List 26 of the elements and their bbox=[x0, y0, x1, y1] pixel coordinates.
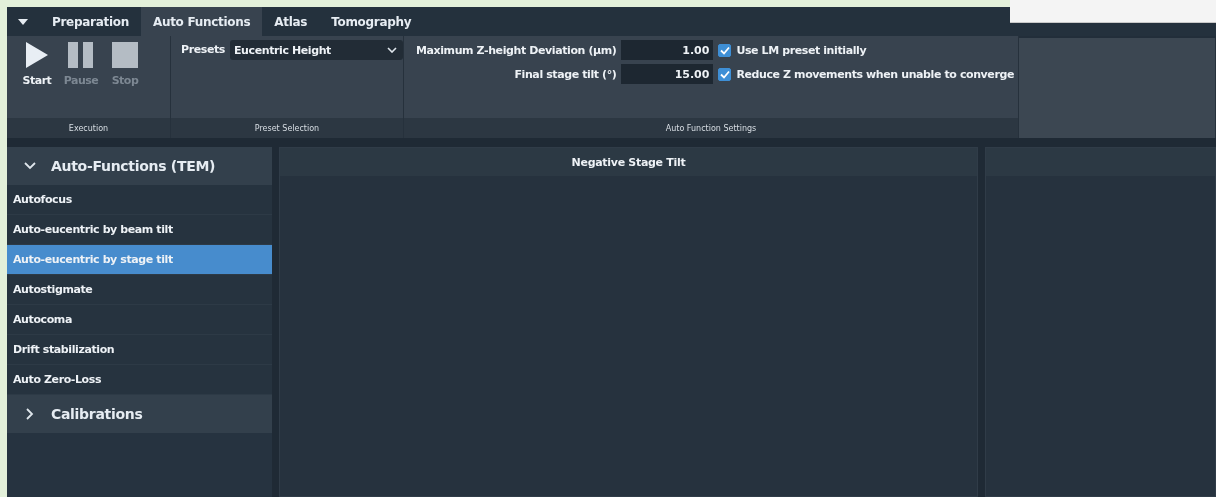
group-label: Preset Selection bbox=[171, 118, 403, 138]
presets-dropdown[interactable]: Eucentric Height bbox=[229, 40, 403, 60]
checkbox[interactable]: Reduce Z movements when unable to converge bbox=[718, 64, 1018, 84]
menu-caret-icon[interactable] bbox=[18, 19, 28, 25]
panel-title: Negative Stage Tilt bbox=[280, 148, 977, 176]
presets-label: Presets bbox=[181, 42, 225, 56]
tab[interactable]: Tomography bbox=[319, 7, 424, 36]
number-field[interactable]: 15.00 bbox=[621, 64, 714, 84]
pause-icon bbox=[68, 42, 94, 68]
tab[interactable]: Atlas bbox=[262, 7, 320, 36]
field-label: Final stage tilt (°) bbox=[513, 67, 617, 81]
start-button[interactable]: Start bbox=[17, 42, 57, 118]
checkbox[interactable]: Use LM preset initially bbox=[718, 40, 1018, 60]
play-icon bbox=[25, 42, 49, 68]
group-label: Auto Function Settings bbox=[404, 118, 1018, 138]
tab[interactable]: Auto Functions bbox=[140, 7, 263, 36]
group-label: Execution bbox=[7, 118, 170, 138]
chevron-down-icon bbox=[387, 47, 397, 53]
checkbox-icon[interactable] bbox=[718, 43, 732, 57]
section-header[interactable]: Auto-Functions (TEM) bbox=[7, 147, 272, 185]
tab[interactable]: Preparation bbox=[40, 7, 141, 36]
stop-icon bbox=[112, 42, 138, 68]
number-field[interactable]: 1.00 bbox=[621, 40, 714, 60]
section-header[interactable]: Calibrations bbox=[7, 395, 272, 433]
field-label: Maximum Z-height Deviation (µm) bbox=[415, 43, 617, 57]
checkbox-icon[interactable] bbox=[718, 67, 732, 81]
